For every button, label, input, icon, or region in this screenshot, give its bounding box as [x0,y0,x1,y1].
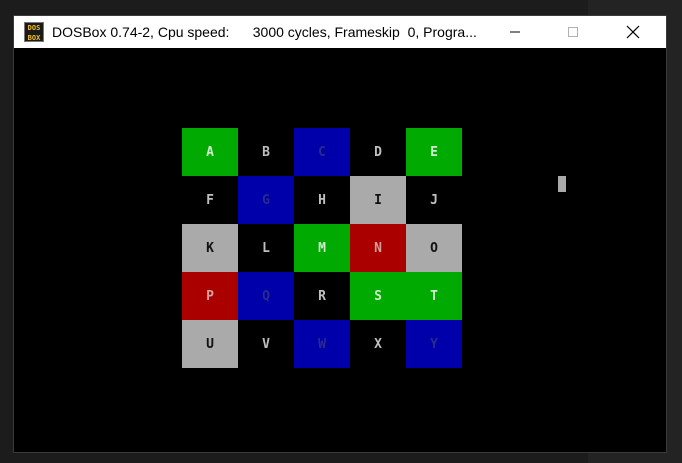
block-text-cursor [558,176,566,192]
close-icon [626,25,640,39]
grid-cell-f: F [182,176,238,224]
grid-cell-k: K [182,224,238,272]
grid-cell-m: M [294,224,350,272]
maximize-icon [568,27,578,37]
window-title: DOSBox 0.74-2, Cpu speed: 3000 cycles, F… [52,24,477,40]
grid-cell-x: X [350,320,406,368]
grid-cell-u: U [182,320,238,368]
maximize-button[interactable] [544,16,602,48]
grid-cell-l: L [238,224,294,272]
grid-cell-e: E [406,128,462,176]
grid-cell-q: Q [238,272,294,320]
grid-cell-i: I [350,176,406,224]
minimize-icon [510,31,520,33]
grid-cell-j: J [406,176,462,224]
close-button[interactable] [604,16,662,48]
grid-cell-w: W [294,320,350,368]
grid-cell-n: N [350,224,406,272]
grid-cell-v: V [238,320,294,368]
grid-cell-t: T [406,272,462,320]
minimize-button[interactable] [486,16,544,48]
grid-cell-r: R [294,272,350,320]
title-bar[interactable]: DOS BOX DOSBox 0.74-2, Cpu speed: 3000 c… [14,16,666,48]
dosbox-window: DOS BOX DOSBox 0.74-2, Cpu speed: 3000 c… [14,16,666,452]
letter-grid: ABCDE FGHIJ KLMNO PQRST UVWXY [182,128,462,368]
grid-cell-o: O [406,224,462,272]
grid-cell-c: C [294,128,350,176]
grid-cell-s: S [350,272,406,320]
grid-cell-y: Y [406,320,462,368]
dosbox-app-icon: DOS BOX [24,22,44,42]
grid-cell-a: A [182,128,238,176]
grid-cell-g: G [238,176,294,224]
grid-cell-b: B [238,128,294,176]
grid-cell-p: P [182,272,238,320]
grid-cell-d: D [350,128,406,176]
dos-screen[interactable]: ABCDE FGHIJ KLMNO PQRST UVWXY [22,48,662,448]
grid-cell-h: H [294,176,350,224]
